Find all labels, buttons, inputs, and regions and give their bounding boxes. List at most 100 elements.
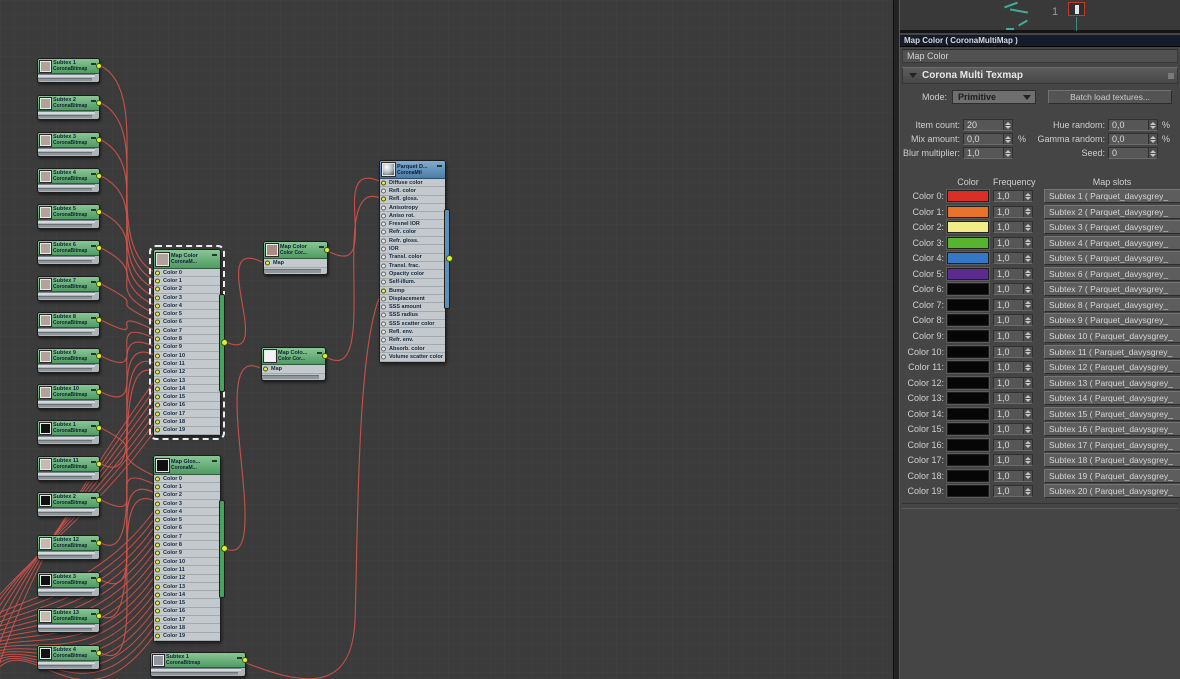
output-socket[interactable] [96, 613, 102, 619]
map-slot-button[interactable]: Subtex 3 ( Parquet_davysgrey_ [1044, 220, 1180, 235]
spinner-down-icon[interactable] [1025, 429, 1031, 433]
frequency-field[interactable]: 1,0 [993, 454, 1033, 467]
spinner-arrows[interactable] [1148, 148, 1157, 158]
input-socket[interactable] [155, 286, 160, 292]
input-socket[interactable] [381, 337, 386, 343]
input-socket[interactable] [155, 319, 160, 325]
input-socket[interactable] [155, 278, 160, 284]
frequency-field[interactable]: 1,0 [993, 283, 1033, 296]
spinner-up-icon[interactable] [1025, 394, 1031, 398]
spinner-down-icon[interactable] [1025, 383, 1031, 387]
input-socket[interactable] [381, 246, 386, 252]
color-swatch[interactable] [946, 484, 990, 499]
spinner-up-icon[interactable] [1025, 192, 1031, 196]
input-socket[interactable] [155, 328, 160, 334]
input-socket[interactable] [155, 575, 160, 581]
output-socket[interactable] [96, 425, 102, 431]
spinner-down-icon[interactable] [1025, 274, 1031, 278]
input-socket[interactable] [155, 295, 160, 301]
output-socket[interactable] [324, 247, 330, 253]
frequency-field[interactable]: 1,0 [993, 407, 1033, 420]
spinner-down-icon[interactable] [1025, 460, 1031, 464]
input-socket[interactable] [381, 229, 386, 235]
input-socket[interactable] [155, 394, 160, 400]
spinner-arrows[interactable] [1023, 408, 1032, 419]
output-socket[interactable] [322, 353, 328, 359]
spinner-arrows[interactable] [1023, 253, 1032, 264]
map-slot-button[interactable]: Subtex 19 ( Parquet_davysgrey_ [1044, 468, 1180, 483]
output-socket[interactable] [96, 281, 102, 287]
input-socket[interactable] [381, 221, 386, 227]
spinner-arrows[interactable] [1023, 346, 1032, 357]
spinner-up-icon[interactable] [1025, 208, 1031, 212]
spinner-arrows[interactable] [1023, 206, 1032, 217]
input-socket[interactable] [381, 196, 386, 202]
frequency-field[interactable]: 1,0 [993, 190, 1033, 202]
output-socket[interactable] [242, 657, 248, 663]
collapse-icon[interactable] [212, 460, 217, 462]
spinner-arrows[interactable] [1023, 222, 1032, 233]
spinner-down-icon[interactable] [1025, 336, 1031, 340]
output-socket[interactable] [96, 137, 102, 143]
spinner-arrows[interactable] [1023, 439, 1032, 450]
bitmap-node[interactable]: Subtex 3 CoronaBitmap [37, 132, 102, 157]
bitmap-node[interactable]: Subtex 9 CoronaBitmap [37, 348, 102, 373]
bitmap-node[interactable]: Subtex 8 CoronaBitmap [37, 312, 102, 337]
spinner-down-icon[interactable] [1025, 289, 1031, 293]
spinner-arrows[interactable] [1023, 486, 1032, 497]
bitmap-node[interactable]: Subtex 4 CoronaBitmap [37, 168, 102, 193]
color-swatch[interactable] [946, 282, 990, 297]
bitmap-node[interactable]: Subtex 2 CoronaBitmap [37, 492, 102, 517]
frequency-field[interactable]: 1,0 [993, 438, 1033, 451]
input-socket[interactable] [381, 213, 386, 219]
spinner-up-icon[interactable] [1025, 425, 1031, 429]
spinner-up-icon[interactable] [1150, 121, 1156, 125]
spinner-field-left2[interactable]: 1,0 [963, 147, 1013, 159]
output-socket[interactable] [96, 461, 102, 467]
output-socket[interactable] [96, 577, 102, 583]
bitmap-node[interactable]: Subtex 10 CoronaBitmap [37, 384, 102, 409]
spinner-up-icon[interactable] [1025, 472, 1031, 476]
input-socket[interactable] [155, 336, 160, 342]
spinner-field-right2[interactable]: 0 [1108, 147, 1158, 159]
output-socket[interactable] [96, 63, 102, 69]
input-socket[interactable] [155, 534, 160, 540]
input-socket[interactable] [381, 180, 386, 186]
map-slot-button[interactable]: Subtex 9 ( Parquet_davysgrey_ [1044, 313, 1180, 328]
bitmap-node[interactable]: Subtex 11 CoronaBitmap [37, 456, 102, 481]
spinner-down-icon[interactable] [1025, 445, 1031, 449]
color-swatch[interactable] [946, 266, 990, 281]
output-socket[interactable] [96, 245, 102, 251]
spinner-arrows[interactable] [1023, 377, 1032, 388]
frequency-field[interactable]: 1,0 [993, 392, 1033, 405]
color-swatch[interactable] [946, 360, 990, 375]
spinner-down-icon[interactable] [1025, 258, 1031, 262]
input-socket[interactable] [381, 254, 386, 260]
color-swatch[interactable] [946, 375, 990, 390]
spinner-down-icon[interactable] [1025, 196, 1031, 200]
color-swatch[interactable] [946, 235, 990, 250]
spinner-up-icon[interactable] [1025, 487, 1031, 491]
input-socket[interactable] [381, 279, 386, 285]
input-socket[interactable] [381, 263, 386, 269]
spinner-up-icon[interactable] [1025, 270, 1031, 274]
map-slot-button[interactable]: Subtex 4 ( Parquet_davysgrey_ [1044, 235, 1180, 250]
spinner-arrows[interactable] [1023, 424, 1032, 435]
input-socket[interactable] [265, 260, 270, 266]
spinner-down-icon[interactable] [1025, 305, 1031, 309]
collapse-icon[interactable] [437, 165, 442, 167]
input-socket[interactable] [381, 321, 386, 327]
map-slot-button[interactable]: Subtex 2 ( Parquet_davysgrey_ [1044, 204, 1180, 219]
spinner-down-icon[interactable] [1025, 243, 1031, 247]
spinner-down-icon[interactable] [1150, 153, 1156, 157]
spinner-arrows[interactable] [1023, 362, 1032, 373]
bitmap-node[interactable]: Subtex 1 CoronaBitmap [37, 420, 102, 445]
input-socket[interactable] [155, 509, 160, 515]
map-slot-button[interactable]: Subtex 7 ( Parquet_davysgrey_ [1044, 282, 1180, 297]
colorcorrect-node[interactable]: Map Color Color Cor... Map [263, 241, 330, 275]
input-socket[interactable] [381, 329, 386, 335]
spinner-down-icon[interactable] [1150, 139, 1156, 143]
frequency-field[interactable]: 1,0 [993, 267, 1033, 280]
spinner-down-icon[interactable] [1025, 227, 1031, 231]
material-name-field[interactable]: Map Color [902, 49, 1178, 63]
